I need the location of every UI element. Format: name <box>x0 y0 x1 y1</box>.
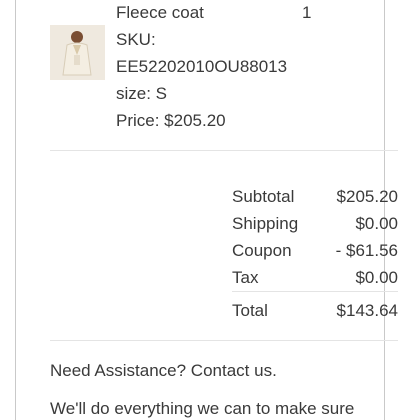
product-quantity: 1 <box>302 3 312 22</box>
product-size: size: S <box>116 84 168 103</box>
coupon-value: - $61.56 <box>335 241 398 260</box>
sku-label: SKU: <box>116 30 156 49</box>
tax-value: $0.00 <box>355 268 398 287</box>
divider <box>50 150 398 151</box>
product-price: Price: $205.20 <box>116 111 226 130</box>
shipping-label: Shipping <box>232 214 299 233</box>
right-border <box>384 0 385 420</box>
product-name: Fleece coat <box>116 3 204 22</box>
total-value: $143.64 <box>336 301 398 320</box>
assistance-heading: Need Assistance? Contact us. <box>50 361 277 380</box>
assistance-body: We'll do everything we can to make sure <box>50 399 355 418</box>
total-divider <box>232 291 398 292</box>
total-label: Total <box>232 301 268 320</box>
subtotal-value: $205.20 <box>336 187 398 206</box>
subtotal-label: Subtotal <box>232 187 295 206</box>
sku-value: EE52202010OU88013 <box>116 57 288 76</box>
product-image <box>50 25 105 80</box>
product-thumbnail[interactable] <box>50 25 105 80</box>
section-divider <box>50 340 398 341</box>
left-border <box>15 0 16 420</box>
shipping-value: $0.00 <box>355 214 398 233</box>
tax-label: Tax <box>232 268 259 287</box>
coupon-label: Coupon <box>232 241 292 260</box>
